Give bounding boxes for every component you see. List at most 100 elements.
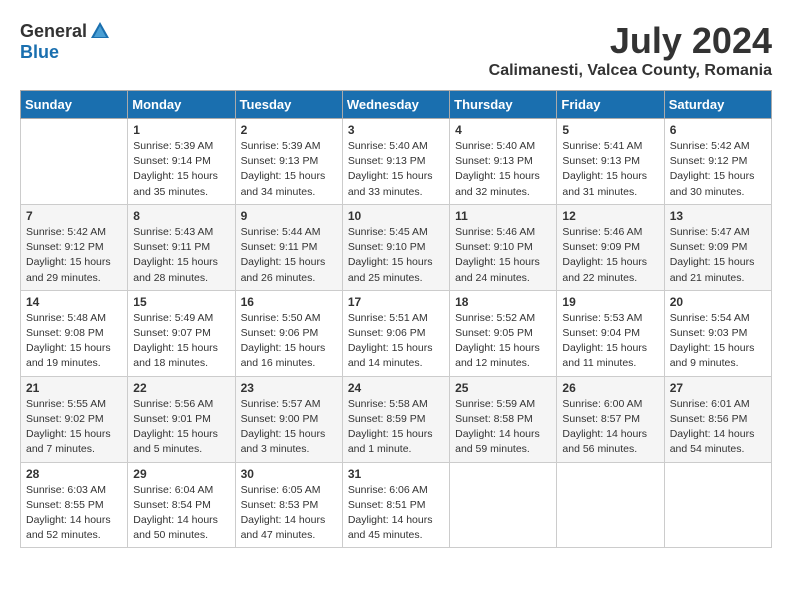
day-info: Sunrise: 5:40 AMSunset: 9:13 PMDaylight:… <box>455 139 551 200</box>
day-number: 6 <box>670 123 766 137</box>
day-info: Sunrise: 6:00 AMSunset: 8:57 PMDaylight:… <box>562 397 658 458</box>
day-number: 2 <box>241 123 337 137</box>
table-row: 25 Sunrise: 5:59 AMSunset: 8:58 PMDaylig… <box>450 376 557 462</box>
col-saturday: Saturday <box>664 91 771 119</box>
logo-general-text: General <box>20 21 87 42</box>
calendar-week-row: 14 Sunrise: 5:48 AMSunset: 9:08 PMDaylig… <box>21 290 772 376</box>
day-number: 24 <box>348 381 444 395</box>
col-wednesday: Wednesday <box>342 91 449 119</box>
day-number: 19 <box>562 295 658 309</box>
day-number: 30 <box>241 467 337 481</box>
day-info: Sunrise: 5:50 AMSunset: 9:06 PMDaylight:… <box>241 311 337 372</box>
table-row <box>21 119 128 205</box>
day-info: Sunrise: 5:54 AMSunset: 9:03 PMDaylight:… <box>670 311 766 372</box>
day-info: Sunrise: 5:42 AMSunset: 9:12 PMDaylight:… <box>26 225 122 286</box>
table-row: 11 Sunrise: 5:46 AMSunset: 9:10 PMDaylig… <box>450 204 557 290</box>
day-number: 17 <box>348 295 444 309</box>
calendar-header-row: Sunday Monday Tuesday Wednesday Thursday… <box>21 91 772 119</box>
day-info: Sunrise: 5:46 AMSunset: 9:09 PMDaylight:… <box>562 225 658 286</box>
table-row: 23 Sunrise: 5:57 AMSunset: 9:00 PMDaylig… <box>235 376 342 462</box>
day-info: Sunrise: 5:48 AMSunset: 9:08 PMDaylight:… <box>26 311 122 372</box>
table-row <box>557 462 664 548</box>
calendar-week-row: 21 Sunrise: 5:55 AMSunset: 9:02 PMDaylig… <box>21 376 772 462</box>
logo-blue-text: Blue <box>20 42 59 63</box>
col-friday: Friday <box>557 91 664 119</box>
day-number: 3 <box>348 123 444 137</box>
table-row: 22 Sunrise: 5:56 AMSunset: 9:01 PMDaylig… <box>128 376 235 462</box>
calendar-week-row: 7 Sunrise: 5:42 AMSunset: 9:12 PMDayligh… <box>21 204 772 290</box>
day-info: Sunrise: 5:51 AMSunset: 9:06 PMDaylight:… <box>348 311 444 372</box>
day-info: Sunrise: 5:59 AMSunset: 8:58 PMDaylight:… <box>455 397 551 458</box>
day-number: 25 <box>455 381 551 395</box>
table-row: 20 Sunrise: 5:54 AMSunset: 9:03 PMDaylig… <box>664 290 771 376</box>
logo-icon <box>89 20 111 42</box>
table-row: 7 Sunrise: 5:42 AMSunset: 9:12 PMDayligh… <box>21 204 128 290</box>
day-info: Sunrise: 5:39 AMSunset: 9:14 PMDaylight:… <box>133 139 229 200</box>
table-row: 13 Sunrise: 5:47 AMSunset: 9:09 PMDaylig… <box>664 204 771 290</box>
day-info: Sunrise: 5:53 AMSunset: 9:04 PMDaylight:… <box>562 311 658 372</box>
day-info: Sunrise: 5:40 AMSunset: 9:13 PMDaylight:… <box>348 139 444 200</box>
day-info: Sunrise: 6:04 AMSunset: 8:54 PMDaylight:… <box>133 483 229 544</box>
day-info: Sunrise: 6:06 AMSunset: 8:51 PMDaylight:… <box>348 483 444 544</box>
day-number: 7 <box>26 209 122 223</box>
day-number: 8 <box>133 209 229 223</box>
day-number: 16 <box>241 295 337 309</box>
day-info: Sunrise: 5:43 AMSunset: 9:11 PMDaylight:… <box>133 225 229 286</box>
day-info: Sunrise: 6:03 AMSunset: 8:55 PMDaylight:… <box>26 483 122 544</box>
calendar-week-row: 28 Sunrise: 6:03 AMSunset: 8:55 PMDaylig… <box>21 462 772 548</box>
day-number: 23 <box>241 381 337 395</box>
table-row: 8 Sunrise: 5:43 AMSunset: 9:11 PMDayligh… <box>128 204 235 290</box>
day-info: Sunrise: 5:58 AMSunset: 8:59 PMDaylight:… <box>348 397 444 458</box>
table-row: 21 Sunrise: 5:55 AMSunset: 9:02 PMDaylig… <box>21 376 128 462</box>
day-number: 27 <box>670 381 766 395</box>
day-number: 18 <box>455 295 551 309</box>
location-subtitle: Calimanesti, Valcea County, Romania <box>489 62 772 80</box>
day-number: 28 <box>26 467 122 481</box>
day-number: 4 <box>455 123 551 137</box>
table-row: 5 Sunrise: 5:41 AMSunset: 9:13 PMDayligh… <box>557 119 664 205</box>
day-number: 31 <box>348 467 444 481</box>
calendar-week-row: 1 Sunrise: 5:39 AMSunset: 9:14 PMDayligh… <box>21 119 772 205</box>
day-number: 5 <box>562 123 658 137</box>
calendar-table: Sunday Monday Tuesday Wednesday Thursday… <box>20 90 772 548</box>
table-row: 9 Sunrise: 5:44 AMSunset: 9:11 PMDayligh… <box>235 204 342 290</box>
table-row: 27 Sunrise: 6:01 AMSunset: 8:56 PMDaylig… <box>664 376 771 462</box>
table-row: 4 Sunrise: 5:40 AMSunset: 9:13 PMDayligh… <box>450 119 557 205</box>
day-info: Sunrise: 5:55 AMSunset: 9:02 PMDaylight:… <box>26 397 122 458</box>
day-info: Sunrise: 5:45 AMSunset: 9:10 PMDaylight:… <box>348 225 444 286</box>
table-row: 16 Sunrise: 5:50 AMSunset: 9:06 PMDaylig… <box>235 290 342 376</box>
table-row: 10 Sunrise: 5:45 AMSunset: 9:10 PMDaylig… <box>342 204 449 290</box>
table-row <box>450 462 557 548</box>
table-row: 31 Sunrise: 6:06 AMSunset: 8:51 PMDaylig… <box>342 462 449 548</box>
day-info: Sunrise: 5:52 AMSunset: 9:05 PMDaylight:… <box>455 311 551 372</box>
col-sunday: Sunday <box>21 91 128 119</box>
day-number: 10 <box>348 209 444 223</box>
day-number: 29 <box>133 467 229 481</box>
table-row: 12 Sunrise: 5:46 AMSunset: 9:09 PMDaylig… <box>557 204 664 290</box>
table-row <box>664 462 771 548</box>
day-number: 21 <box>26 381 122 395</box>
day-info: Sunrise: 5:47 AMSunset: 9:09 PMDaylight:… <box>670 225 766 286</box>
day-info: Sunrise: 5:42 AMSunset: 9:12 PMDaylight:… <box>670 139 766 200</box>
table-row: 17 Sunrise: 5:51 AMSunset: 9:06 PMDaylig… <box>342 290 449 376</box>
table-row: 1 Sunrise: 5:39 AMSunset: 9:14 PMDayligh… <box>128 119 235 205</box>
table-row: 19 Sunrise: 5:53 AMSunset: 9:04 PMDaylig… <box>557 290 664 376</box>
month-year-title: July 2024 <box>489 20 772 62</box>
table-row: 6 Sunrise: 5:42 AMSunset: 9:12 PMDayligh… <box>664 119 771 205</box>
day-number: 26 <box>562 381 658 395</box>
day-number: 11 <box>455 209 551 223</box>
day-number: 1 <box>133 123 229 137</box>
table-row: 30 Sunrise: 6:05 AMSunset: 8:53 PMDaylig… <box>235 462 342 548</box>
day-info: Sunrise: 5:39 AMSunset: 9:13 PMDaylight:… <box>241 139 337 200</box>
day-number: 13 <box>670 209 766 223</box>
day-info: Sunrise: 5:46 AMSunset: 9:10 PMDaylight:… <box>455 225 551 286</box>
table-row: 14 Sunrise: 5:48 AMSunset: 9:08 PMDaylig… <box>21 290 128 376</box>
title-section: July 2024 Calimanesti, Valcea County, Ro… <box>489 20 772 80</box>
day-info: Sunrise: 6:05 AMSunset: 8:53 PMDaylight:… <box>241 483 337 544</box>
table-row: 15 Sunrise: 5:49 AMSunset: 9:07 PMDaylig… <box>128 290 235 376</box>
logo: General Blue <box>20 20 111 63</box>
col-thursday: Thursday <box>450 91 557 119</box>
day-info: Sunrise: 5:41 AMSunset: 9:13 PMDaylight:… <box>562 139 658 200</box>
day-number: 14 <box>26 295 122 309</box>
day-number: 15 <box>133 295 229 309</box>
